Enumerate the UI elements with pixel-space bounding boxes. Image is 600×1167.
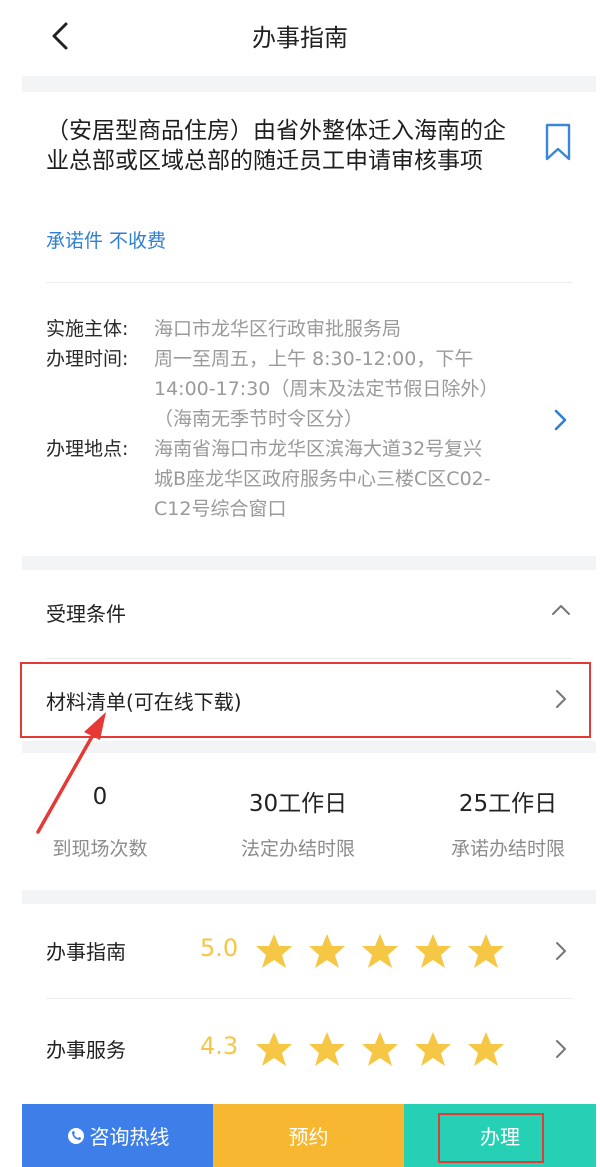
location-value: 海南省海口市龙华区滨海大道32号复兴城B座龙华区政府服务中心三楼C区C02-C1…	[154, 438, 491, 520]
rating-guide-stars	[254, 932, 506, 970]
bookmark-icon[interactable]	[544, 122, 572, 162]
rating-service-score: 4.3	[200, 1032, 239, 1060]
star-icon	[362, 1032, 398, 1066]
stat-visits-value: 0	[92, 784, 108, 810]
rating-guide-score: 5.0	[200, 934, 239, 962]
stat-promised-limit-label: 承诺办结时限	[450, 838, 565, 860]
bottom-action-bar: 咨询热线 预约 办理	[22, 1104, 596, 1167]
implementer-value: 海口市龙华区行政审批服务局	[154, 318, 402, 340]
stat-promised-limit-value: 25工作日	[458, 791, 558, 817]
chevron-up-icon[interactable]	[550, 602, 572, 618]
star-icon	[415, 1032, 451, 1066]
star-icon	[468, 1032, 504, 1066]
info-detail-arrow-icon[interactable]	[550, 406, 570, 434]
star-icon	[309, 1032, 345, 1066]
star-icon	[362, 934, 398, 968]
location-row: 办理地点: 海南省海口市龙华区滨海大道32号复兴城B座龙华区政府服务中心三楼C区…	[46, 434, 494, 524]
rating-guide-label: 办事指南	[46, 940, 126, 964]
service-title: （安居型商品住房）由省外整体迁入海南的企业总部或区域总部的随迁员工申请审核事项	[46, 118, 506, 174]
star-icon	[415, 934, 451, 968]
star-icon	[468, 934, 504, 968]
hours-row: 办理时间: 周一至周五，上午 8:30-12:00，下午14:00-17:30（…	[46, 344, 494, 434]
appointment-label: 预约	[288, 1125, 329, 1149]
chevron-right-icon[interactable]	[554, 1038, 568, 1060]
service-tags: 承诺件 不收费	[46, 230, 167, 252]
annotation-highlight-box	[438, 1113, 544, 1163]
implementer-row: 实施主体: 海口市龙华区行政审批服务局	[46, 314, 494, 344]
appointment-button[interactable]: 预约	[213, 1104, 404, 1167]
section-divider	[22, 76, 596, 92]
chevron-right-icon[interactable]	[554, 940, 568, 962]
stat-legal-limit-label: 法定办结时限	[240, 838, 355, 860]
page-title: 办事指南	[252, 24, 348, 52]
navigation-bar: 办事指南	[0, 0, 600, 72]
annotation-highlight-box	[20, 662, 591, 738]
hours-value: 周一至周五，上午 8:30-12:00，下午14:00-17:30（周末及法定节…	[154, 348, 489, 430]
rating-service-stars	[254, 1030, 506, 1068]
location-label: 办理地点:	[46, 438, 129, 460]
divider	[46, 282, 572, 283]
hotline-label: 咨询热线	[89, 1125, 170, 1149]
conditions-row[interactable]: 受理条件	[46, 598, 126, 627]
star-icon	[256, 934, 292, 968]
stat-legal-limit-value: 30工作日	[248, 791, 348, 817]
phone-icon	[67, 1127, 84, 1144]
handle-button[interactable]: 办理	[404, 1104, 596, 1167]
section-divider	[22, 556, 596, 570]
hours-label: 办理时间:	[46, 348, 129, 370]
divider	[46, 658, 572, 659]
divider	[46, 998, 572, 999]
stat-visits-label: 到现场次数	[52, 838, 148, 860]
star-icon	[309, 934, 345, 968]
hotline-button[interactable]: 咨询热线	[22, 1104, 213, 1167]
star-icon	[256, 1032, 292, 1066]
implementer-label: 实施主体:	[46, 318, 129, 340]
section-divider	[22, 741, 596, 753]
section-divider	[22, 890, 596, 904]
rating-service-label: 办事服务	[46, 1038, 126, 1062]
